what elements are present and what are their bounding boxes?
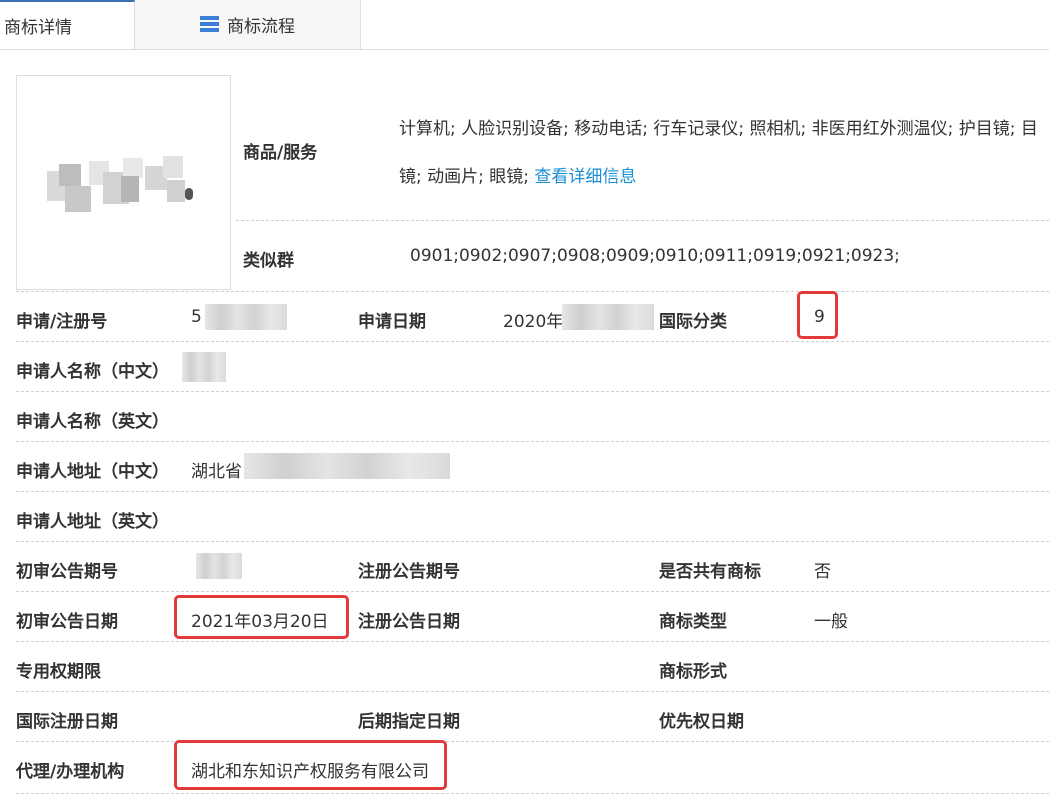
highlight-box [797, 291, 838, 339]
address-cn-label: 申请人地址（中文） [16, 462, 169, 482]
address-en-label: 申请人地址（英文） [16, 512, 169, 532]
divider [16, 793, 1049, 794]
divider [16, 441, 1049, 442]
applicant-en-label: 申请人名称（英文） [16, 412, 169, 432]
apply-date-value: 2020年 [503, 312, 564, 332]
divider [16, 391, 1049, 392]
redacted-mosaic [244, 453, 450, 479]
tm-type-value: 一般 [814, 612, 848, 632]
divider [16, 591, 1049, 592]
highlight-box [174, 595, 349, 639]
shared-tm-value: 否 [814, 562, 831, 582]
redacted-mosaic [196, 553, 242, 579]
goods-text: 镜; 动画片; 眼镜; [399, 167, 529, 187]
tm-type-label: 商标类型 [659, 612, 727, 632]
goods-line-2: 镜; 动画片; 眼镜; 查看详细信息 [399, 162, 636, 187]
apply-date-label: 申请日期 [358, 312, 426, 332]
divider [236, 220, 1049, 221]
reg-pub-date-label: 注册公告日期 [358, 612, 460, 632]
exclusive-term-label: 专用权期限 [16, 662, 101, 682]
divider [16, 341, 1049, 342]
shared-tm-label: 是否共有商标 [659, 562, 761, 582]
highlight-box [174, 740, 447, 790]
prelim-no-label: 初审公告期号 [16, 562, 118, 582]
applicant-cn-label: 申请人名称（中文） [16, 362, 169, 382]
redacted-mosaic [205, 304, 287, 330]
tm-form-label: 商标形式 [659, 662, 727, 682]
later-date-label: 后期指定日期 [358, 712, 460, 732]
goods-line-1: 计算机; 人脸识别设备; 移动电话; 行车记录仪; 照相机; 非医用红外测温仪;… [399, 119, 1038, 139]
reg-no-label: 申请/注册号 [16, 312, 108, 332]
prelim-date-label: 初审公告日期 [16, 612, 118, 632]
address-cn-value: 湖北省 [191, 462, 242, 482]
divider [16, 541, 1049, 542]
divider [16, 741, 1049, 742]
goods-label: 商品/服务 [243, 143, 318, 163]
similar-group-value: 0901;0902;0907;0908;0909;0910;0911;0919;… [410, 246, 900, 266]
divider [16, 291, 1049, 292]
trademark-image [16, 75, 231, 290]
priority-date-label: 优先权日期 [659, 712, 744, 732]
redacted-mosaic [182, 352, 226, 382]
similar-group-label: 类似群 [243, 251, 294, 271]
divider [16, 491, 1049, 492]
view-details-link[interactable]: 查看详细信息 [534, 167, 636, 187]
redacted-mosaic [562, 304, 654, 330]
intl-reg-date-label: 国际注册日期 [16, 712, 118, 732]
divider [16, 641, 1049, 642]
divider [16, 691, 1049, 692]
agent-label: 代理/办理机构 [16, 762, 125, 782]
intl-class-label: 国际分类 [659, 312, 727, 332]
reg-pub-no-label: 注册公告期号 [358, 562, 460, 582]
reg-no-value: 5 [191, 307, 202, 327]
